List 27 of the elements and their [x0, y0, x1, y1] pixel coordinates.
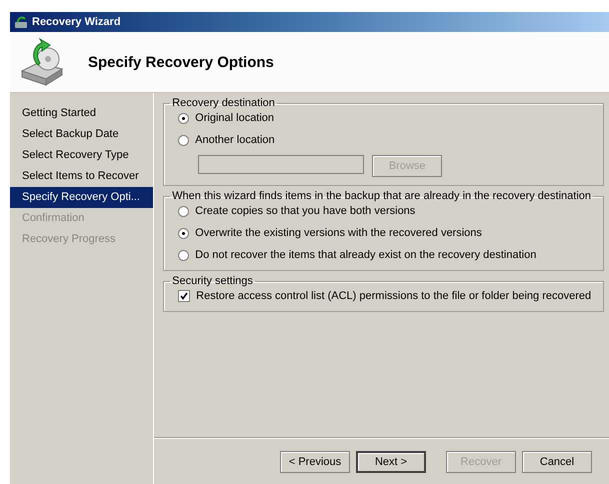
- checkbox[interactable]: [178, 290, 190, 302]
- option-label: Original location: [195, 112, 274, 124]
- group-label: Security settings: [171, 275, 254, 287]
- option-label: Another location: [195, 134, 275, 146]
- window-title: Recovery Wizard: [32, 16, 122, 28]
- radio-button[interactable]: [178, 250, 190, 260]
- wizard-button[interactable]: < Previous: [280, 450, 350, 472]
- option-label: Overwrite the existing versions with the recovered versions: [195, 227, 482, 239]
- wizard-button[interactable]: Next >: [356, 450, 426, 472]
- step-item[interactable]: Select Recovery Type: [10, 145, 154, 166]
- group-label: When this wizard finds items in the backup that are already in the recovery destination: [171, 190, 592, 202]
- radio-button[interactable]: [178, 112, 190, 124]
- option-label: Create copies so that you have both versions: [195, 205, 416, 217]
- backup-drive-icon: [18, 37, 66, 87]
- page-title: Specify Recovery Options: [88, 54, 274, 70]
- app-icon: [14, 15, 28, 29]
- radio-button[interactable]: [178, 228, 190, 238]
- option-label: Restore access control list (ACL) permissions to the file or folder being recovered: [196, 290, 592, 302]
- step-item[interactable]: Specify Recovery Opti...: [10, 187, 154, 208]
- option-label: Do not recover the items that already exist on the recovery destination: [195, 249, 536, 261]
- step-item[interactable]: Select Backup Date: [10, 124, 154, 145]
- group-label: Recovery destination: [171, 97, 276, 109]
- wizard-button[interactable]: Cancel: [522, 450, 592, 472]
- radio-button[interactable]: [178, 134, 190, 146]
- step-item[interactable]: Getting Started: [10, 103, 154, 124]
- step-item[interactable]: Select Items to Recover: [10, 166, 154, 187]
- radio-button[interactable]: [178, 206, 190, 216]
